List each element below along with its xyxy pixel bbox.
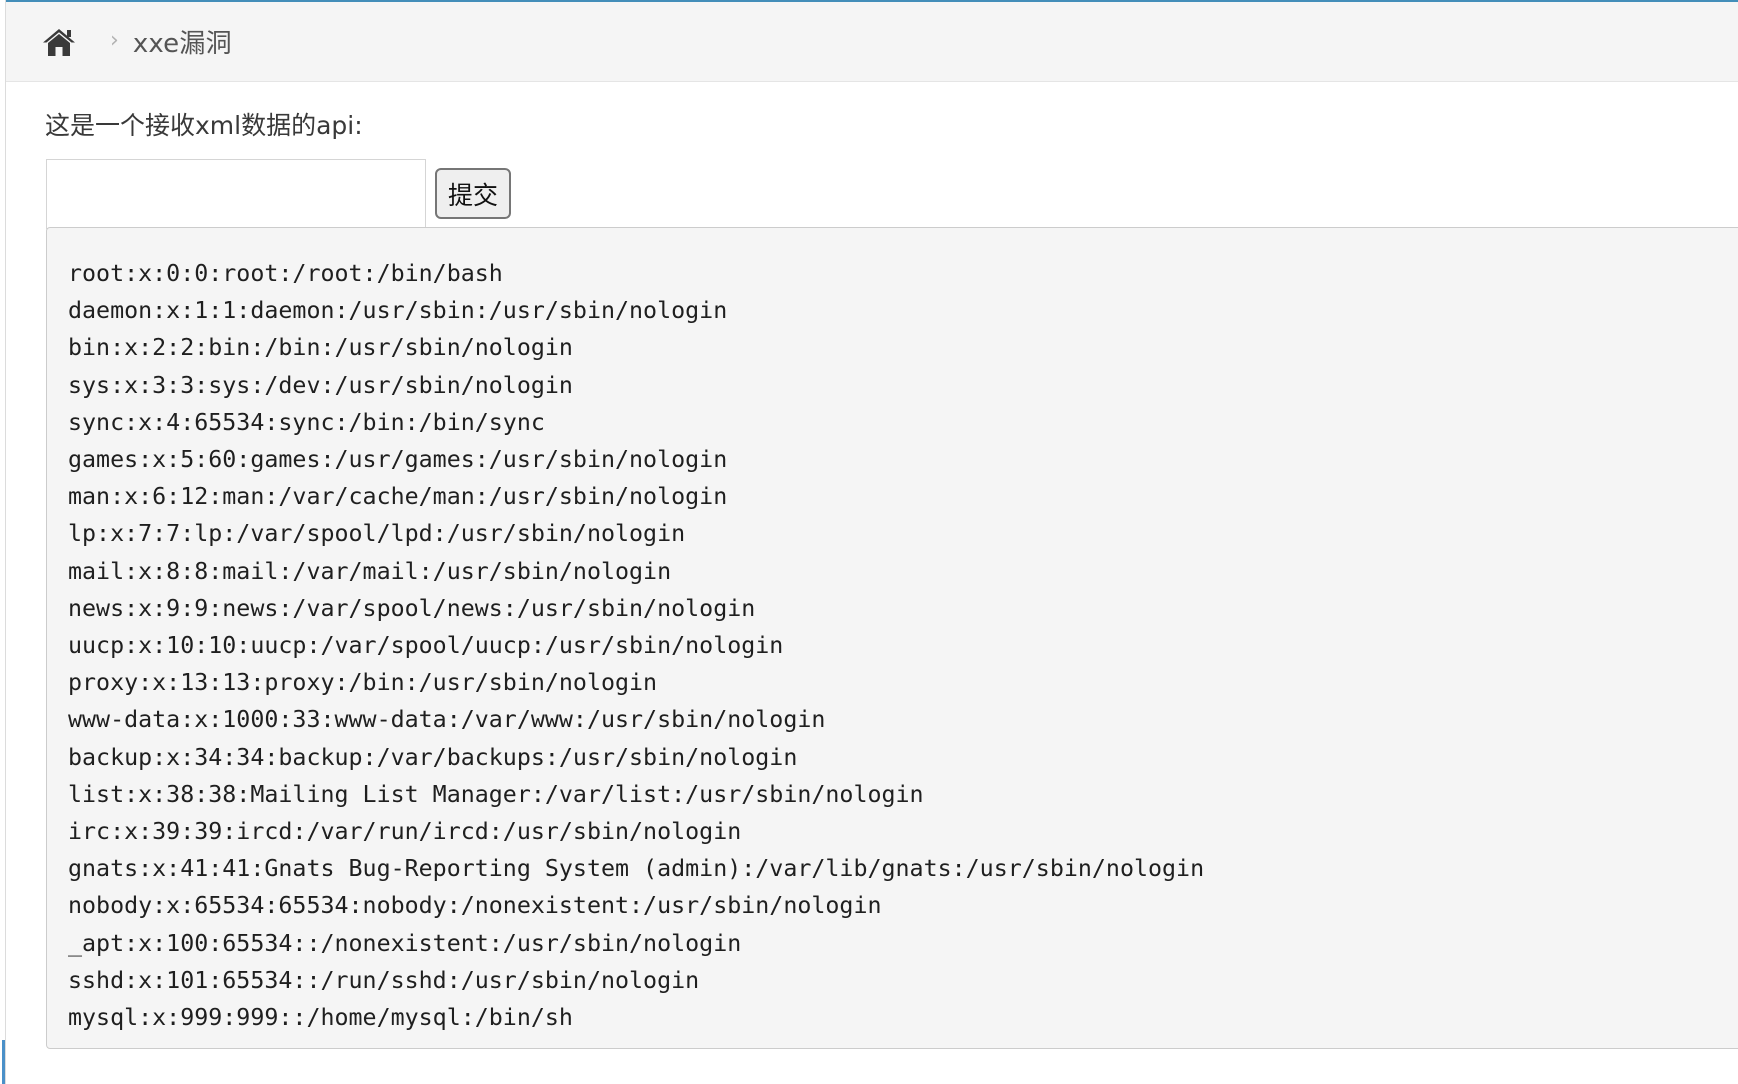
output-line: backup:x:34:34:backup:/var/backups:/usr/…: [68, 743, 798, 771]
output-line: bin:x:2:2:bin:/bin:/usr/sbin/nologin: [68, 334, 573, 362]
output-line: root:x:0:0:root:/root:/bin/bash: [68, 260, 503, 287]
home-icon[interactable]: [40, 25, 78, 59]
chevron-right-icon: ›: [110, 27, 119, 53]
output-line: daemon:x:1:1:daemon:/usr/sbin:/usr/sbin/…: [68, 297, 728, 325]
response-output: root:x:0:0:root:/root:/bin/bash daemon:x:…: [46, 227, 1738, 1049]
output-line: irc:x:39:39:ircd:/var/run/ircd:/usr/sbin…: [68, 818, 742, 846]
output-line: mysql:x:999:999::/home/mysql:/bin/sh: [68, 1004, 573, 1032]
output-line: proxy:x:13:13:proxy:/bin:/usr/sbin/nolog…: [68, 669, 658, 697]
breadcrumb-current: xxe漏洞: [132, 29, 232, 59]
output-line: sync:x:4:65534:sync:/bin:/bin/sync: [68, 408, 545, 436]
output-line: uucp:x:10:10:uucp:/var/spool/uucp:/usr/s…: [68, 632, 784, 660]
breadcrumb: › xxe漏洞: [6, 2, 1738, 82]
output-line: mail:x:8:8:mail:/var/mail:/usr/sbin/nolo…: [68, 557, 672, 585]
api-description: 这是一个接收xml数据的api:: [45, 111, 363, 140]
xml-input[interactable]: [46, 159, 426, 229]
output-line: news:x:9:9:news:/var/spool/news:/usr/sbi…: [68, 594, 756, 622]
submit-button[interactable]: 提交: [435, 168, 511, 219]
output-line: games:x:5:60:games:/usr/games:/usr/sbin/…: [68, 446, 728, 474]
output-line: sshd:x:101:65534::/run/sshd:/usr/sbin/no…: [68, 966, 700, 994]
output-line: man:x:6:12:man:/var/cache/man:/usr/sbin/…: [68, 483, 728, 511]
output-line: lp:x:7:7:lp:/var/spool/lpd:/usr/sbin/nol…: [68, 520, 686, 548]
sidebar-active-marker: [2, 1040, 5, 1084]
output-line: gnats:x:41:41:Gnats Bug-Reporting System…: [68, 855, 1205, 883]
output-line: list:x:38:38:Mailing List Manager:/var/l…: [68, 780, 924, 808]
sidebar-edge: [0, 0, 6, 1084]
output-line: www-data:x:1000:33:www-data:/var/www:/us…: [68, 706, 826, 734]
output-line: _apt:x:100:65534::/nonexistent:/usr/sbin…: [68, 929, 742, 957]
output-line: nobody:x:65534:65534:nobody:/nonexistent…: [68, 892, 882, 920]
output-line: sys:x:3:3:sys:/dev:/usr/sbin/nologin: [68, 371, 573, 399]
